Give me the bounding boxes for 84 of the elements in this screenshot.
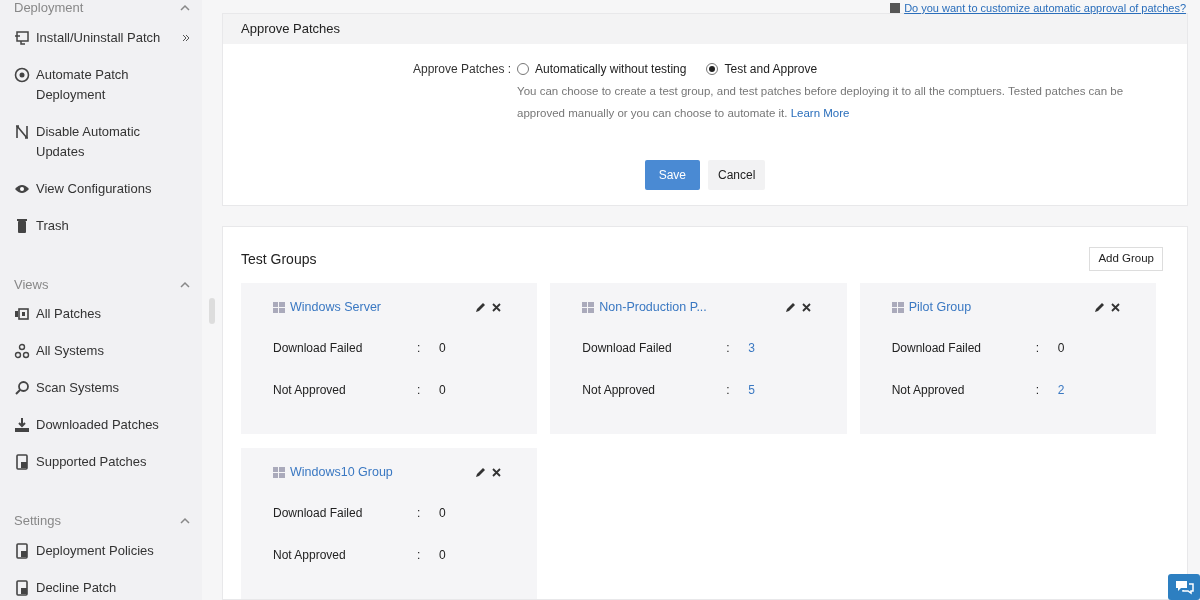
- customize-approval-link[interactable]: Do you want to customize automatic approval of patches?: [904, 0, 1186, 17]
- chat-icon[interactable]: [1168, 574, 1200, 600]
- radio-option[interactable]: Test and Approve: [706, 60, 818, 78]
- document-icon: [890, 3, 901, 14]
- close-icon[interactable]: [801, 302, 811, 312]
- chevron-up-icon[interactable]: [180, 280, 190, 288]
- download-icon: [14, 417, 30, 433]
- cancel-button[interactable]: Cancel: [708, 160, 766, 190]
- section-title: Test Groups: [241, 249, 317, 269]
- add-group-button[interactable]: Add Group: [1089, 247, 1163, 271]
- sidebar-item[interactable]: All Systems: [36, 341, 166, 361]
- close-icon[interactable]: [1111, 302, 1120, 312]
- row-label: Download Failed: [891, 340, 983, 357]
- row-label: Not Approved: [891, 382, 966, 399]
- count-link[interactable]: 5: [748, 381, 755, 399]
- panel-title: Approve Patches: [241, 20, 340, 39]
- count-link[interactable]: 2: [1057, 381, 1065, 399]
- group-name-link[interactable]: Windows10 Group: [290, 462, 393, 482]
- colon-separator: :: [1035, 382, 1040, 399]
- count-value: 0: [1057, 340, 1065, 357]
- radio-button[interactable]: [706, 63, 719, 75]
- document-icon: [14, 542, 30, 559]
- sidebar-item[interactable]: Deployment Policies: [36, 540, 166, 561]
- learn-more-link[interactable]: Learn More: [790, 107, 850, 119]
- colon-separator: :: [417, 547, 422, 564]
- row-label: Download Failed: [273, 505, 364, 522]
- sidebar-item[interactable]: Automate Patch Deployment: [36, 64, 166, 105]
- description-text: You can choose to create a test group, and test patches before deploying it to all the comptuers. Tested patches can be approved manually or you can choose to automate it. Learn More: [517, 84, 1125, 121]
- network-icon: [14, 343, 30, 359]
- colon-separator: :: [1035, 340, 1040, 357]
- grid-icon: [273, 301, 285, 313]
- section-heading: Deployment: [14, 0, 84, 17]
- collapse-handle[interactable]: [209, 298, 215, 324]
- group-name-link[interactable]: Windows Server: [290, 297, 381, 317]
- target-icon: [14, 66, 30, 83]
- count-link[interactable]: 3: [748, 339, 755, 357]
- sidebar-item[interactable]: Supported Patches: [36, 452, 166, 472]
- colon-separator: :: [726, 340, 731, 357]
- window-icon: [14, 306, 30, 322]
- count-value: 0: [439, 382, 446, 399]
- sidebar-item[interactable]: Install/Uninstall Patch: [36, 27, 166, 48]
- group-name-link[interactable]: Pilot Group: [908, 297, 972, 317]
- grid-icon: [582, 301, 595, 313]
- chevron-up-icon[interactable]: [180, 4, 190, 12]
- colon-separator: :: [417, 340, 422, 357]
- count-value: 0: [439, 547, 446, 564]
- sidebar-item[interactable]: Disable Automatic Updates: [36, 121, 166, 162]
- search-icon: [14, 380, 30, 396]
- close-icon[interactable]: [492, 467, 502, 477]
- sidebar-item[interactable]: All Patches: [36, 304, 166, 324]
- row-label: Not Approved: [273, 382, 347, 399]
- close-icon[interactable]: [492, 302, 502, 312]
- row-label: Download Failed: [273, 340, 364, 357]
- sidebar-item[interactable]: View Configurations: [36, 178, 166, 199]
- colon-separator: :: [417, 505, 422, 522]
- count-value: 0: [439, 340, 446, 357]
- document-icon: [14, 454, 30, 470]
- row-label: Not Approved: [582, 382, 657, 399]
- row-label: Download Failed: [582, 340, 673, 357]
- document-icon: [14, 579, 30, 596]
- field-label: Approve Patches :: [413, 61, 512, 78]
- chevron-up-icon[interactable]: [180, 517, 190, 525]
- grid-icon: [891, 301, 904, 313]
- count-value: 0: [439, 505, 446, 522]
- section-heading: Views: [14, 275, 49, 294]
- save-button[interactable]: Save: [644, 160, 700, 190]
- colon-separator: :: [417, 382, 422, 399]
- radio-option[interactable]: Automatically without testing: [517, 60, 687, 78]
- row-label: Not Approved: [273, 547, 347, 564]
- sidebar-item[interactable]: Decline Patch: [36, 577, 166, 598]
- edit-icon[interactable]: [475, 301, 487, 313]
- section-heading: Settings: [14, 512, 61, 530]
- monitor-icon: [14, 29, 30, 46]
- sidebar-item[interactable]: Scan Systems: [36, 378, 166, 398]
- edit-icon[interactable]: [475, 466, 487, 478]
- radio-button[interactable]: [517, 63, 530, 75]
- colon-separator: :: [726, 382, 731, 399]
- group-name-link[interactable]: Non-Production P...: [599, 297, 707, 317]
- edit-icon[interactable]: [1094, 301, 1105, 313]
- grid-icon: [273, 466, 285, 478]
- trash-icon: [14, 217, 30, 234]
- edit-icon[interactable]: [784, 301, 796, 313]
- sidebar-item[interactable]: Trash: [36, 215, 166, 236]
- sidebar-item[interactable]: Downloaded Patches: [36, 415, 166, 435]
